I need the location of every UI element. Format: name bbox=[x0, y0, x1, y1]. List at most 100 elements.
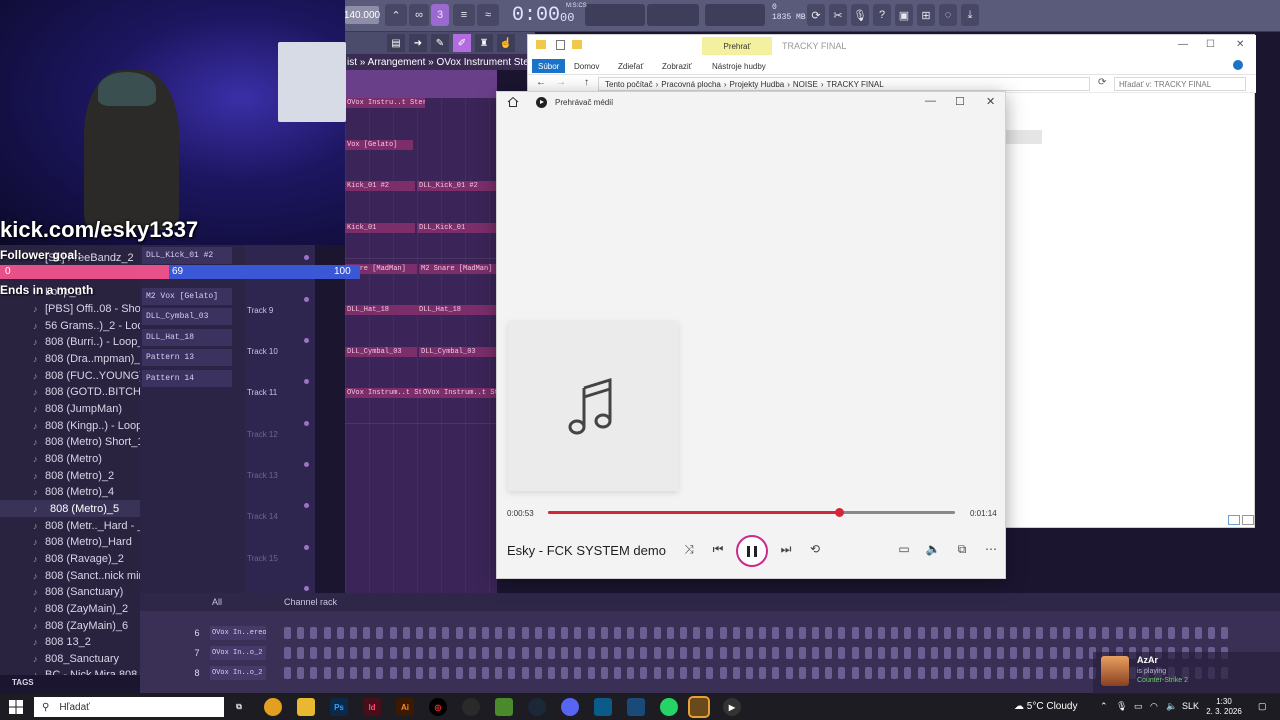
browser-item[interactable]: 808 (Metro)_Hard bbox=[0, 533, 140, 550]
mixer-icon[interactable]: ⊞ bbox=[917, 4, 935, 26]
step-cell[interactable] bbox=[1023, 647, 1031, 659]
chrome-icon[interactable] bbox=[264, 698, 282, 716]
step-cell[interactable] bbox=[983, 667, 991, 679]
step-cell[interactable] bbox=[957, 627, 965, 639]
step-cell[interactable] bbox=[1208, 627, 1215, 639]
step-cell[interactable] bbox=[482, 627, 489, 639]
close-icon[interactable]: ✕ bbox=[1236, 39, 1244, 50]
step-cell[interactable] bbox=[1036, 647, 1044, 659]
step-cell[interactable] bbox=[891, 627, 899, 639]
playlist-clip[interactable]: Kick_01 bbox=[345, 223, 415, 233]
track-mute-dot[interactable] bbox=[304, 338, 309, 343]
media-player-icon[interactable]: ▶ bbox=[723, 698, 741, 716]
browser-item[interactable]: 808 (Metro)_4 bbox=[0, 483, 140, 500]
step-cell[interactable] bbox=[416, 647, 423, 659]
step-cell[interactable] bbox=[627, 627, 635, 639]
step-cell[interactable] bbox=[785, 667, 793, 679]
step-cell[interactable] bbox=[627, 667, 635, 679]
maximize-icon[interactable]: ☐ bbox=[955, 95, 965, 108]
pattern-item[interactable]: DLL_Hat_18 bbox=[142, 329, 232, 346]
browser-item[interactable]: 808 (Dra..mpman)_2 bbox=[0, 350, 140, 367]
app-icon[interactable] bbox=[594, 698, 612, 716]
step-cell[interactable] bbox=[693, 627, 701, 639]
step-cell[interactable] bbox=[970, 627, 978, 639]
play-contextual-tab[interactable]: Prehrať bbox=[702, 37, 772, 55]
step-cell[interactable] bbox=[1062, 627, 1070, 639]
browser-item[interactable]: 808 (Burri..) - Loop_2 bbox=[0, 333, 140, 350]
pattern-item[interactable]: Pattern 13 bbox=[142, 349, 232, 366]
step-cell[interactable] bbox=[561, 647, 569, 659]
media-player-taskbar-icon[interactable] bbox=[688, 696, 710, 718]
browser-item[interactable]: 808 (Metro)_2 bbox=[0, 467, 140, 484]
playlist-clip[interactable]: DLL_Hat_18 bbox=[417, 305, 497, 315]
whatsapp-icon[interactable] bbox=[660, 698, 678, 716]
track-label[interactable]: Track 13 bbox=[247, 468, 307, 482]
step-cell[interactable] bbox=[640, 667, 648, 679]
step-cell[interactable] bbox=[284, 647, 291, 659]
step-cell[interactable] bbox=[534, 627, 542, 639]
browser-item[interactable]: 56 Grams..)_2 - Loop bbox=[0, 317, 140, 334]
browser-item[interactable]: 808 (ZayMain)_6 bbox=[0, 617, 140, 634]
steam-icon[interactable] bbox=[528, 698, 546, 716]
step-cell[interactable] bbox=[416, 667, 423, 679]
step-cell[interactable] bbox=[785, 647, 793, 659]
step-cell[interactable] bbox=[310, 647, 318, 659]
step-cell[interactable] bbox=[376, 647, 384, 659]
step-cell[interactable] bbox=[600, 627, 608, 639]
chat-icon[interactable]: ◌ bbox=[939, 4, 957, 26]
step-cell[interactable] bbox=[614, 627, 621, 639]
volume-icon[interactable]: 🔈 bbox=[924, 540, 942, 558]
track-label[interactable]: Track 12 bbox=[247, 427, 307, 441]
timeline-ruler[interactable] bbox=[345, 70, 497, 98]
step-cell[interactable] bbox=[1115, 627, 1123, 639]
playlist-clip[interactable]: DLL_Kick_01 bbox=[417, 223, 497, 233]
browser-item[interactable]: 808 (Metr.._Hard - _2 bbox=[0, 517, 140, 534]
track-mute-dot[interactable] bbox=[304, 503, 309, 508]
step-cell[interactable] bbox=[336, 667, 344, 679]
step-cell[interactable] bbox=[759, 667, 767, 679]
pointer-icon[interactable]: ☝ bbox=[497, 34, 515, 52]
step-cell[interactable] bbox=[455, 627, 463, 639]
step-cell[interactable] bbox=[1023, 667, 1031, 679]
step-cell[interactable] bbox=[732, 647, 740, 659]
volume-icon[interactable]: 🔈 bbox=[1166, 701, 1177, 712]
step-cell[interactable] bbox=[534, 647, 542, 659]
step-cell[interactable] bbox=[825, 667, 833, 679]
step-cell[interactable] bbox=[468, 667, 476, 679]
tiles-view-icon[interactable] bbox=[1242, 515, 1254, 525]
step-cell[interactable] bbox=[1194, 627, 1202, 639]
track-mute-dot[interactable] bbox=[304, 297, 309, 302]
track-label[interactable]: Track 9 bbox=[247, 303, 307, 317]
step-cell[interactable] bbox=[363, 667, 371, 679]
browser-item[interactable]: 808 (ZayMain)_2 bbox=[0, 600, 140, 617]
step-cell[interactable] bbox=[996, 647, 1004, 659]
browser-item[interactable]: 808 (Metro) Short_1 bbox=[0, 433, 140, 450]
file-explorer-icon[interactable] bbox=[297, 698, 315, 716]
step-cell[interactable] bbox=[1010, 667, 1017, 679]
step-cell[interactable] bbox=[917, 667, 925, 679]
mic-icon[interactable]: 🎙 bbox=[1116, 701, 1127, 712]
windows-start-icon[interactable] bbox=[9, 700, 23, 714]
track-mute-dot[interactable] bbox=[304, 462, 309, 467]
tab-home[interactable]: Domov bbox=[568, 59, 605, 73]
step-cell[interactable] bbox=[693, 647, 701, 659]
piano-roll-icon[interactable]: ▤ bbox=[387, 34, 405, 52]
step-cell[interactable] bbox=[455, 667, 463, 679]
step-cell[interactable] bbox=[653, 627, 661, 639]
step-cell[interactable] bbox=[917, 627, 925, 639]
step-cell[interactable] bbox=[1102, 627, 1110, 639]
details-view-icon[interactable] bbox=[1228, 515, 1240, 525]
refresh-icon[interactable]: ⟳ bbox=[807, 4, 825, 26]
home-icon[interactable] bbox=[507, 96, 519, 108]
step-cell[interactable] bbox=[666, 667, 674, 679]
step-cell[interactable] bbox=[508, 647, 516, 659]
shuffle-icon[interactable]: ⤨ bbox=[680, 540, 698, 558]
browser-item[interactable]: 808 (Kingp..) - Loop 3 bbox=[0, 417, 140, 434]
step-cell[interactable] bbox=[442, 647, 450, 659]
rack-row-label[interactable]: OVox In..o_2 #2 bbox=[210, 666, 266, 680]
tab-music-tools[interactable]: Nástroje hudby bbox=[706, 59, 772, 73]
track-label[interactable]: Track 10 bbox=[247, 344, 307, 358]
back-icon[interactable]: ← bbox=[536, 77, 546, 88]
step-cell[interactable] bbox=[284, 627, 291, 639]
explorer-search-input[interactable]: Hľadať v: TRACKY FINAL bbox=[1114, 77, 1246, 91]
